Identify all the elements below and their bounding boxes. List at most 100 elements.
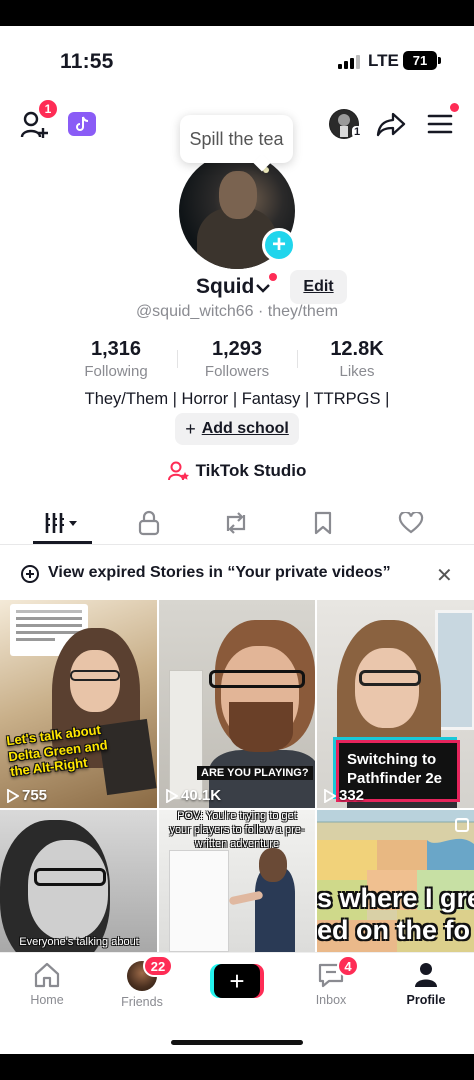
stat-likes[interactable]: 12.8K Likes bbox=[297, 338, 417, 380]
chevron-down-icon[interactable] bbox=[256, 280, 270, 298]
tab-liked[interactable] bbox=[389, 503, 433, 543]
nav-home-label: Home bbox=[30, 993, 64, 1007]
expired-stories-banner[interactable]: View expired Stories in “Your private vi… bbox=[0, 555, 474, 593]
plus-icon: + bbox=[185, 418, 196, 439]
glasses bbox=[70, 670, 120, 681]
plus-icon: + bbox=[214, 964, 260, 998]
video-caption: ARE YOU PLAYING? bbox=[197, 766, 313, 780]
repost-icon bbox=[226, 512, 246, 534]
tab-private[interactable] bbox=[127, 503, 171, 543]
edit-profile-button[interactable]: Edit bbox=[290, 270, 347, 304]
stat-value: 1,293 bbox=[211, 338, 263, 360]
multi-photo-icon bbox=[455, 818, 469, 832]
stat-value: 12.8K bbox=[330, 338, 384, 360]
nav-inbox-label: Inbox bbox=[315, 993, 347, 1007]
avatar-figure-face bbox=[219, 171, 257, 219]
profile-handle: @squid_witch66 · they/them bbox=[135, 303, 339, 320]
menu-button[interactable] bbox=[426, 112, 454, 136]
home-indicator bbox=[171, 1040, 303, 1045]
stat-label: Following bbox=[84, 363, 148, 380]
view-count: 40.1K bbox=[165, 787, 221, 804]
hamburger-menu-icon bbox=[427, 114, 453, 134]
expired-stories-text: View expired Stories in “Your private vi… bbox=[48, 564, 391, 581]
video-caption-line2: ed on the fo bbox=[317, 915, 470, 945]
share-arrow-icon bbox=[376, 112, 406, 137]
profile-bio: They/Them | Horror | Fantasy | TTRPGS | bbox=[84, 390, 390, 408]
tab-videos[interactable] bbox=[33, 503, 92, 543]
person-face bbox=[28, 840, 108, 940]
network-type: LTE bbox=[368, 51, 399, 70]
studio-person-icon bbox=[167, 461, 189, 481]
create-button[interactable]: + bbox=[210, 964, 264, 998]
creator-tools-button[interactable] bbox=[68, 112, 96, 136]
inbox-badge: 4 bbox=[337, 955, 359, 977]
nav-profile[interactable]: Profile bbox=[386, 961, 466, 1007]
add-story-button[interactable]: + bbox=[262, 228, 296, 262]
video-caption: POV: You're trying to get your players t… bbox=[169, 810, 305, 850]
bottom-black-bar bbox=[0, 1054, 474, 1080]
tiktok-studio-link[interactable]: TikTok Studio bbox=[0, 461, 474, 481]
nav-profile-label: Profile bbox=[406, 993, 446, 1007]
video-thumbnail[interactable]: ARE YOU PLAYING? 40.1K bbox=[159, 600, 315, 808]
person-head bbox=[259, 848, 287, 882]
bottom-navigation: Home Friends 22 + Inbox 4 Profile bbox=[0, 952, 474, 1032]
close-icon[interactable]: ✕ bbox=[436, 563, 453, 588]
status-time: 11:55 bbox=[60, 50, 114, 73]
signal-icon bbox=[338, 55, 360, 69]
person-face bbox=[355, 648, 419, 728]
share-profile-button[interactable] bbox=[375, 110, 407, 138]
add-school-button[interactable]: + Add school bbox=[175, 413, 299, 445]
friends-badge: 22 bbox=[143, 955, 173, 977]
nav-friends-label: Friends bbox=[121, 995, 163, 1009]
video-thumbnail[interactable]: Switching to Pathfinder 2e 332 bbox=[317, 600, 474, 808]
nav-inbox[interactable]: Inbox bbox=[291, 961, 371, 1007]
active-tab-indicator bbox=[33, 541, 92, 544]
video-thumbnail[interactable]: Everyone's talking about bbox=[0, 810, 157, 952]
story-prompt-tooltip[interactable]: Spill the tea bbox=[180, 115, 293, 163]
view-count: 755 bbox=[6, 787, 47, 804]
view-count-value: 755 bbox=[22, 787, 48, 804]
battery-level: 71 bbox=[412, 53, 428, 68]
glasses bbox=[34, 868, 106, 886]
lock-icon bbox=[138, 510, 160, 536]
profile-name: Squid bbox=[196, 275, 255, 298]
profile-person-icon bbox=[415, 963, 437, 987]
stat-label: Followers bbox=[204, 363, 270, 380]
battery-icon: 71 bbox=[403, 51, 441, 70]
add-friend-badge: 1 bbox=[37, 98, 59, 120]
grid-videos-icon bbox=[45, 513, 77, 533]
name-notification-dot bbox=[269, 273, 277, 281]
stat-label: Likes bbox=[339, 363, 375, 380]
view-count-value: 40.1K bbox=[181, 787, 222, 804]
studio-label: TikTok Studio bbox=[195, 461, 307, 480]
tiktok-note-icon bbox=[76, 116, 89, 131]
door bbox=[169, 670, 203, 800]
door bbox=[169, 850, 229, 952]
glasses bbox=[359, 670, 421, 686]
add-school-label: Add school bbox=[201, 420, 289, 437]
play-icon bbox=[7, 788, 19, 803]
content-tabs bbox=[0, 503, 474, 545]
video-thumbnail[interactable]: s where I gre ed on the fo bbox=[317, 810, 474, 952]
video-caption: Everyone's talking about bbox=[19, 936, 139, 948]
video-thumbnail[interactable]: Let's talk about Delta Green and the Alt… bbox=[0, 600, 157, 808]
stat-following[interactable]: 1,316 Following bbox=[56, 338, 176, 380]
video-caption-line1: s where I gre bbox=[317, 883, 474, 913]
top-black-bar bbox=[0, 0, 474, 26]
home-icon bbox=[34, 962, 60, 988]
view-count: 332 bbox=[323, 787, 364, 804]
view-count-value: 332 bbox=[339, 787, 365, 804]
tab-reposts[interactable] bbox=[214, 503, 258, 543]
stat-followers[interactable]: 1,293 Followers bbox=[177, 338, 297, 380]
play-icon bbox=[324, 788, 336, 803]
tab-saved[interactable] bbox=[301, 503, 345, 543]
play-icon bbox=[166, 788, 178, 803]
person-beard bbox=[229, 702, 293, 752]
person-face bbox=[70, 650, 120, 712]
bookmark-icon bbox=[314, 511, 332, 535]
account-count-badge: 1 bbox=[352, 126, 363, 138]
nav-home[interactable]: Home bbox=[7, 961, 87, 1007]
menu-notification-dot bbox=[450, 103, 459, 112]
add-circle-icon bbox=[21, 565, 39, 583]
video-thumbnail[interactable]: POV: You're trying to get your players t… bbox=[159, 810, 315, 952]
